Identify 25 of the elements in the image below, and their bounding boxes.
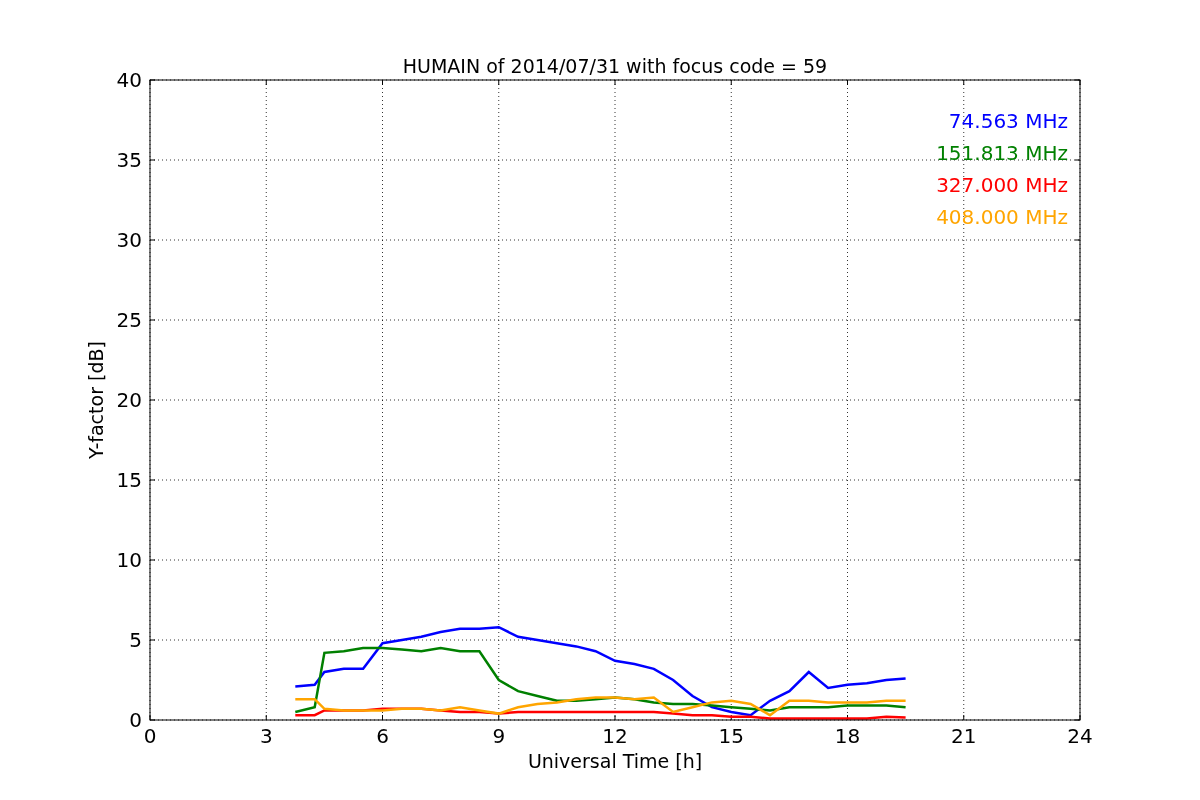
tick-label: 6 <box>376 724 389 748</box>
tick-label: 10 <box>116 548 142 572</box>
legend-label: 74.563 MHz <box>948 109 1068 133</box>
tick-label: 20 <box>116 388 142 412</box>
tick-label: 15 <box>718 724 744 748</box>
tick-label: 15 <box>116 468 142 492</box>
tick-label: 12 <box>602 724 628 748</box>
tick-label: 9 <box>492 724 506 748</box>
legend-label: 408.000 MHz <box>936 205 1068 229</box>
legend-label: 151.813 MHz <box>936 141 1068 165</box>
tick-label: 3 <box>259 724 273 748</box>
axis-label: Y-factor [dB] <box>85 341 107 459</box>
tick-label: 40 <box>116 68 142 92</box>
tick-label: 18 <box>834 724 861 748</box>
tick-label: 24 <box>1067 724 1093 748</box>
tick-label: 21 <box>951 724 977 748</box>
tick-label: 5 <box>129 628 142 652</box>
tick-label: 0 <box>129 708 142 732</box>
tick-label: 30 <box>116 228 142 252</box>
tick-label: 35 <box>116 148 142 172</box>
legend-label: 327.000 MHz <box>936 173 1068 197</box>
axis-label: Universal Time [h] <box>527 750 703 772</box>
tick-label: 25 <box>116 308 142 332</box>
tick-label: 0 <box>143 724 157 748</box>
chart-title: HUMAIN of 2014/07/31 with focus code = 59 <box>402 55 828 77</box>
